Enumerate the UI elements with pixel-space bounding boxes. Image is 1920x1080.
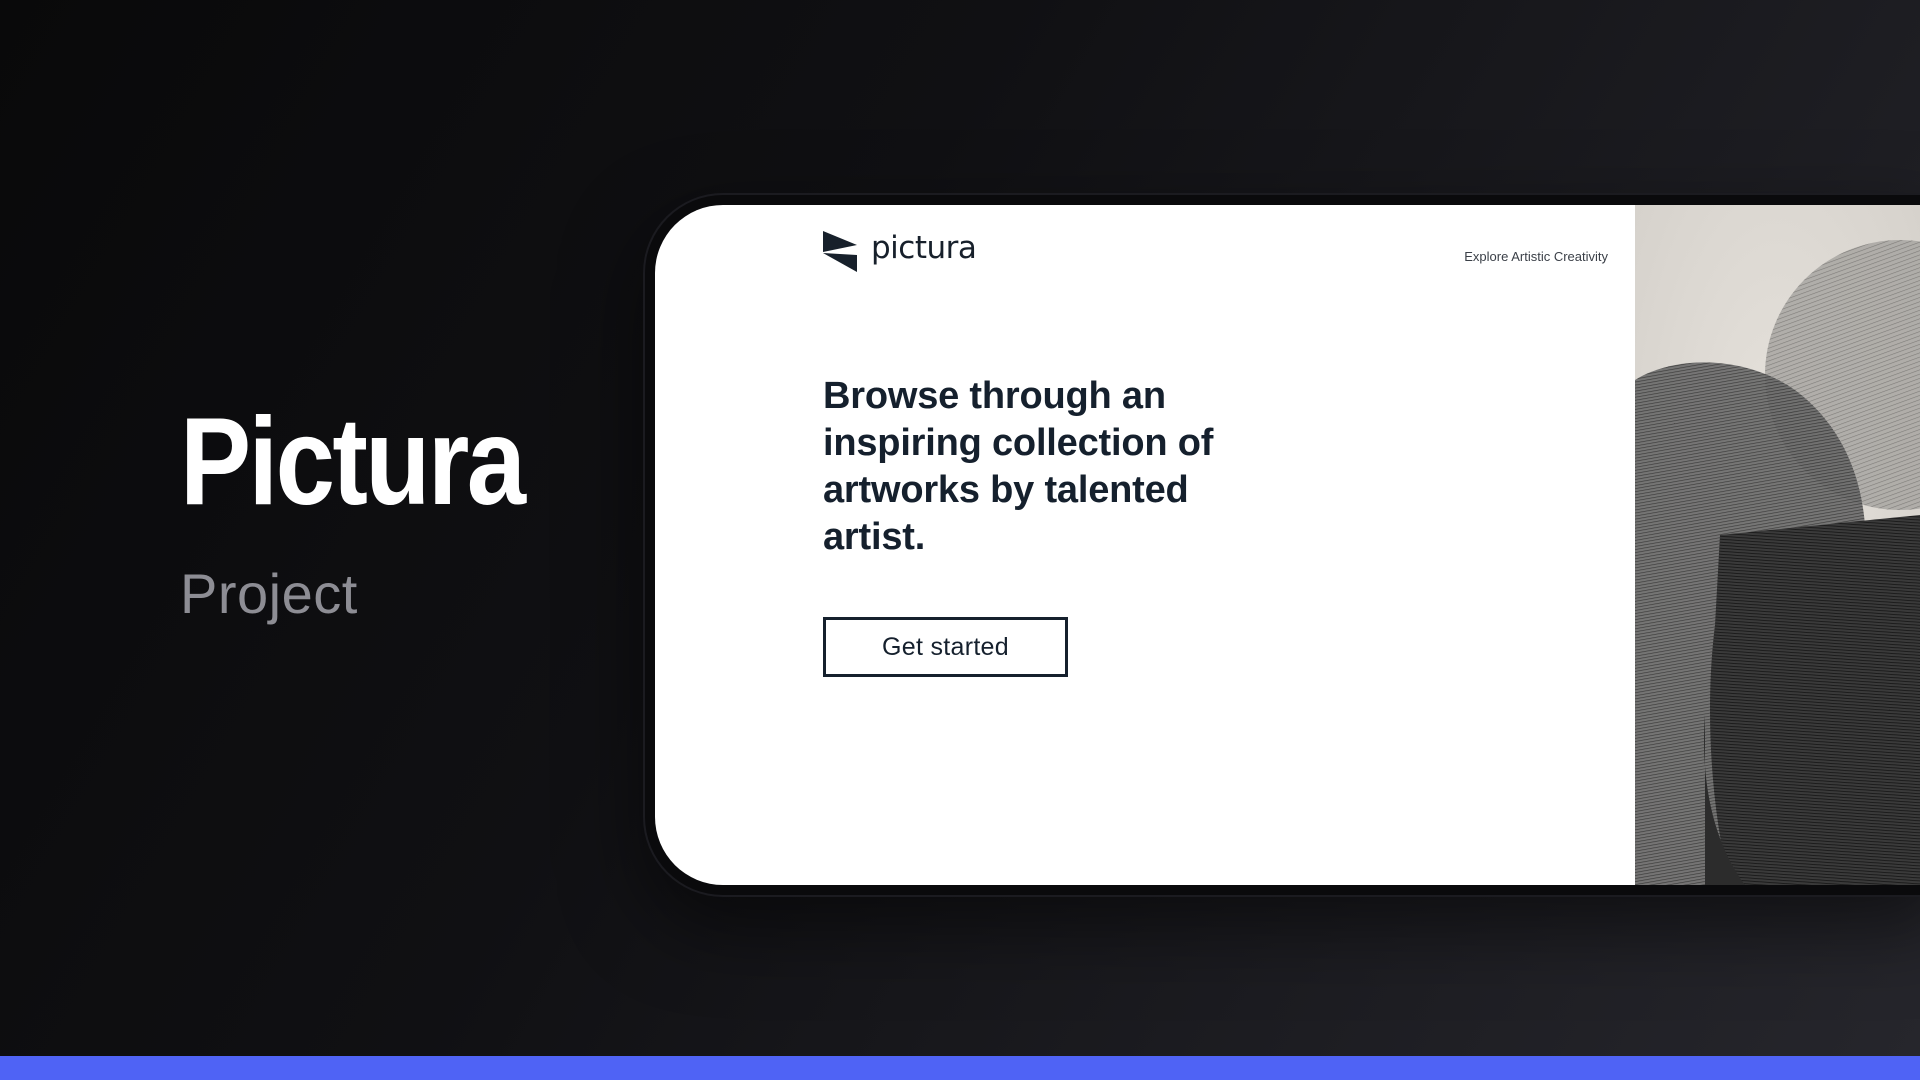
- presentation-slide: Pictura Project pictura Explore Artistic…: [0, 0, 1920, 1080]
- get-started-button[interactable]: Get started: [823, 617, 1068, 677]
- bowtie-triangle-logo-icon: [823, 231, 859, 273]
- website-screenshot: pictura Explore Artistic Creativity Brow…: [655, 205, 1920, 885]
- accent-bar: [0, 1056, 1920, 1080]
- header-tagline: Explore Artistic Creativity: [1464, 249, 1608, 264]
- abstract-artwork-image: [1635, 205, 1920, 885]
- hero-heading: Browse through an inspiring collection o…: [823, 375, 1214, 558]
- brand-logo[interactable]: pictura: [823, 229, 977, 273]
- brand-name: pictura: [871, 229, 977, 266]
- slide-intro: Pictura Project: [180, 400, 640, 622]
- slide-title: Pictura: [180, 393, 526, 531]
- site-header: pictura Explore Artistic Creativity: [823, 231, 1623, 281]
- slide-subtitle: Project: [180, 562, 358, 625]
